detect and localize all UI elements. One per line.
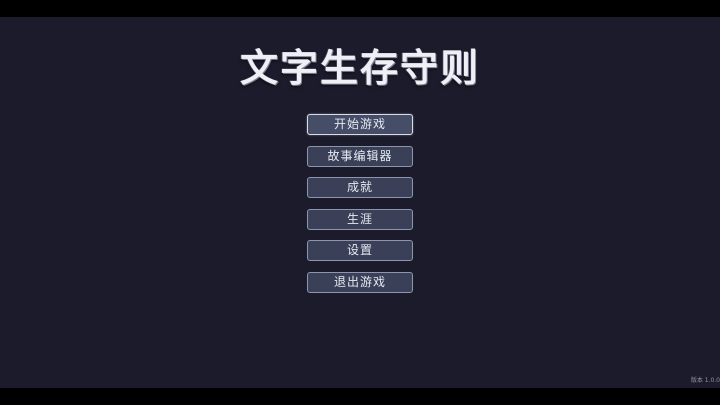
game-title: 文字生存守则 xyxy=(239,45,480,90)
story-editor-button[interactable]: 故事编辑器 xyxy=(307,145,413,167)
start-game-button[interactable]: 开始游戏 xyxy=(307,114,413,135)
quit-game-button[interactable]: 退出游戏 xyxy=(307,271,413,293)
main-menu: 开始游戏 故事编辑器 成就 生涯 设置 退出游戏 xyxy=(307,114,413,304)
career-button[interactable]: 生涯 xyxy=(307,208,413,230)
main-menu-screen: 文字生存守则 开始游戏 故事编辑器 成就 生涯 设置 退出游戏 版本 1.0.0 xyxy=(0,17,720,388)
version-label: 版本 1.0.0 xyxy=(690,377,720,384)
achievements-button[interactable]: 成就 xyxy=(307,177,413,199)
letterbox-top xyxy=(0,0,720,17)
settings-button[interactable]: 设置 xyxy=(307,240,413,262)
letterbox-bottom xyxy=(0,388,720,405)
